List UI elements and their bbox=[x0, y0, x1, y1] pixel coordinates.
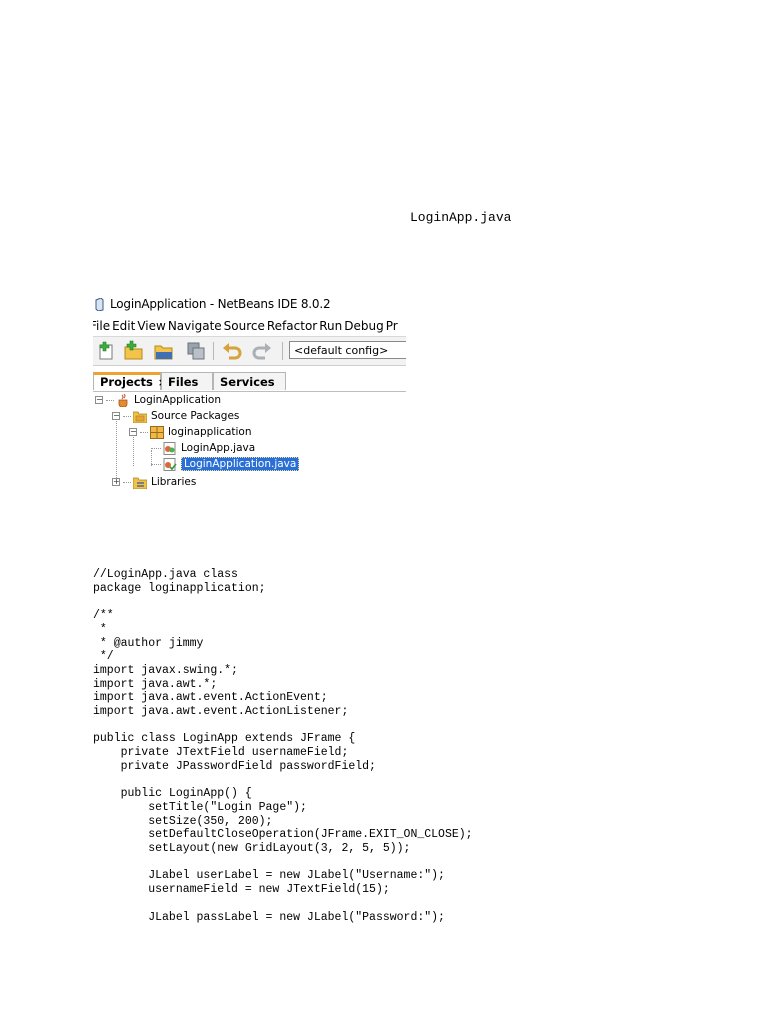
java-file-icon bbox=[163, 441, 177, 455]
toolbar-separator bbox=[213, 342, 214, 360]
tab-services[interactable]: Services bbox=[213, 372, 286, 390]
menu-navigate[interactable]: Navigate bbox=[165, 319, 225, 333]
package-icon bbox=[150, 425, 164, 439]
code-listing: //LoginApp.java class package loginappli… bbox=[93, 568, 473, 924]
tree-node-source-packages[interactable]: − Source Packages bbox=[112, 408, 239, 424]
window-titlebar: LoginApplication - NetBeans IDE 8.0.2 bbox=[93, 292, 406, 316]
toolbar-separator bbox=[282, 342, 283, 360]
tree-node-project[interactable]: − LoginApplication bbox=[95, 392, 221, 408]
netbeans-logo-icon bbox=[95, 297, 104, 311]
source-folder-icon bbox=[133, 410, 147, 423]
document-heading: LoginApp.java bbox=[410, 210, 512, 225]
libraries-folder-icon bbox=[133, 476, 147, 489]
tree-node-file-selected[interactable]: LoginApplication.java bbox=[151, 456, 300, 472]
toolbar: <default config> bbox=[93, 336, 406, 366]
tree-node-file[interactable]: LoginApp.java bbox=[151, 440, 255, 456]
explorer-tabs: Projects× Files Services bbox=[93, 372, 406, 392]
menu-view[interactable]: View bbox=[134, 319, 168, 333]
menu-bar: File Edit View Navigate Source Refactor … bbox=[93, 316, 406, 336]
netbeans-screenshot: LoginApplication - NetBeans IDE 8.0.2 Fi… bbox=[93, 292, 406, 492]
java-project-icon bbox=[116, 393, 130, 407]
tab-projects[interactable]: Projects× bbox=[93, 372, 167, 390]
expand-icon[interactable]: + bbox=[112, 478, 120, 486]
tree-label-file: LoginApp.java bbox=[181, 442, 256, 454]
collapse-icon[interactable]: − bbox=[95, 396, 103, 404]
configuration-select[interactable]: <default config> bbox=[289, 341, 406, 359]
menu-refactor[interactable]: Refactor bbox=[264, 319, 320, 333]
tree-node-package[interactable]: − loginapplication bbox=[129, 424, 252, 440]
project-tree: − LoginApplication − Source Packages − l… bbox=[93, 392, 406, 492]
menu-profile[interactable]: Pr bbox=[383, 319, 401, 333]
tab-files-label: Files bbox=[168, 375, 199, 389]
menu-source[interactable]: Source bbox=[221, 319, 268, 333]
open-project-icon[interactable] bbox=[153, 340, 175, 362]
redo-icon[interactable] bbox=[251, 340, 273, 362]
menu-debug[interactable]: Debug bbox=[341, 319, 386, 333]
new-project-icon[interactable] bbox=[123, 340, 145, 362]
window-title: LoginApplication - NetBeans IDE 8.0.2 bbox=[110, 297, 331, 311]
tab-files[interactable]: Files bbox=[161, 372, 213, 390]
tree-label-file-selected: LoginApplication.java bbox=[181, 457, 300, 471]
new-file-icon[interactable] bbox=[96, 340, 118, 362]
tab-projects-label: Projects bbox=[100, 375, 153, 389]
collapse-icon[interactable]: − bbox=[112, 412, 120, 420]
undo-icon[interactable] bbox=[221, 340, 243, 362]
tab-services-label: Services bbox=[220, 375, 275, 389]
tree-label-source-packages: Source Packages bbox=[151, 410, 240, 422]
java-file-icon bbox=[163, 457, 177, 471]
save-all-icon[interactable] bbox=[185, 340, 207, 362]
tree-label-libraries: Libraries bbox=[151, 476, 197, 488]
tree-node-libraries[interactable]: + Libraries bbox=[112, 474, 196, 490]
collapse-icon[interactable]: − bbox=[129, 428, 137, 436]
tree-label-project: LoginApplication bbox=[134, 394, 221, 406]
tree-label-package: loginapplication bbox=[168, 426, 252, 438]
